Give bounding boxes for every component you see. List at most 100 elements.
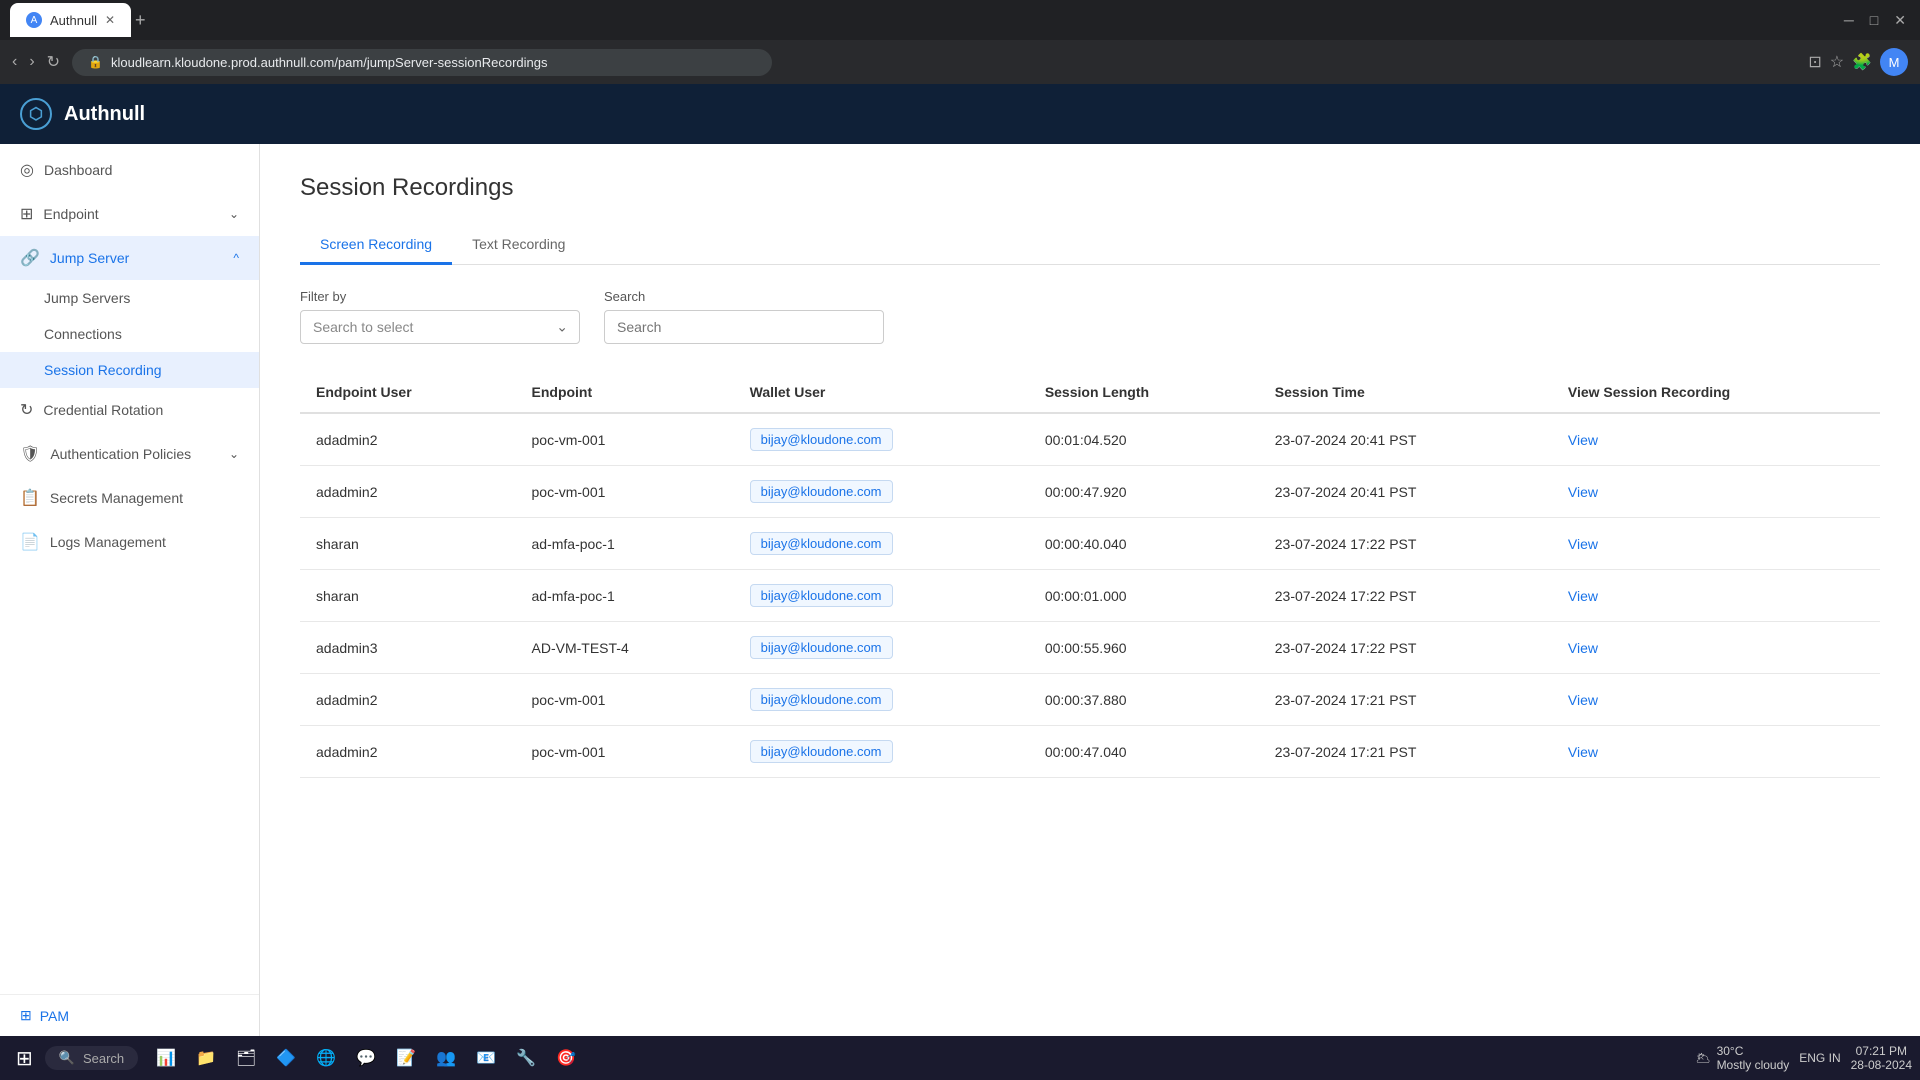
taskbar-icon-files[interactable]: 📁: [190, 1042, 222, 1074]
cell-session-time: 23-07-2024 17:21 PST: [1259, 674, 1552, 726]
cell-wallet-user: bijay@kloudone.com: [734, 726, 1029, 778]
sidebar-item-logs-management[interactable]: 📄 Logs Management: [0, 520, 259, 564]
search-input[interactable]: [604, 310, 884, 344]
cell-endpoint-user: sharan: [300, 570, 516, 622]
sidebar-sub-jump-servers[interactable]: Jump Servers: [0, 280, 259, 316]
tab-text-recording[interactable]: Text Recording: [452, 226, 585, 265]
sidebar-label-logs-management: Logs Management: [50, 534, 166, 550]
cell-session-time: 23-07-2024 17:22 PST: [1259, 518, 1552, 570]
logo-icon: ⬡: [20, 98, 52, 130]
content-area: Session Recordings Screen Recording Text…: [260, 144, 1920, 1036]
close-button[interactable]: ✕: [1890, 8, 1910, 33]
sidebar-section-main: ◎ Dashboard ⊞ Endpoint ⌄ 🔗 Jump Server ^…: [0, 144, 259, 568]
sidebar-sub-session-recording[interactable]: Session Recording: [0, 352, 259, 388]
main-layout: ◎ Dashboard ⊞ Endpoint ⌄ 🔗 Jump Server ^…: [0, 144, 1920, 1036]
view-session-link[interactable]: View: [1568, 536, 1598, 552]
taskbar-icon-file-explorer[interactable]: 🗂: [230, 1042, 262, 1074]
cell-endpoint-user: adadmin3: [300, 622, 516, 674]
browser-tab-active[interactable]: A Authnull ✕: [10, 3, 131, 37]
taskbar-icon-vscode[interactable]: 📝: [390, 1042, 422, 1074]
language-indicator: ENG IN: [1799, 1051, 1840, 1065]
pam-label: PAM: [40, 1008, 69, 1024]
cell-view-link: View: [1552, 570, 1880, 622]
cell-session-length: 00:00:47.920: [1029, 466, 1259, 518]
wallet-badge: bijay@kloudone.com: [750, 532, 893, 555]
cell-wallet-user: bijay@kloudone.com: [734, 674, 1029, 726]
table-row: adadmin2 poc-vm-001 bijay@kloudone.com 0…: [300, 466, 1880, 518]
reload-button[interactable]: ↻: [47, 52, 60, 72]
view-session-link[interactable]: View: [1568, 744, 1598, 760]
col-view-session: View Session Recording: [1552, 372, 1880, 413]
view-session-link[interactable]: View: [1568, 640, 1598, 656]
cell-session-length: 00:00:01.000: [1029, 570, 1259, 622]
endpoint-icon: ⊞: [20, 204, 33, 224]
taskbar-icon-whatsapp[interactable]: 💬: [350, 1042, 382, 1074]
cast-button[interactable]: ⊡: [1808, 48, 1821, 76]
maximize-button[interactable]: □: [1866, 8, 1882, 33]
sidebar-item-secrets-management[interactable]: 📋 Secrets Management: [0, 476, 259, 520]
forward-button[interactable]: ›: [29, 53, 34, 71]
taskbar-icon-teams[interactable]: 👥: [430, 1042, 462, 1074]
search-icon: 🔍: [59, 1050, 75, 1066]
pam-link[interactable]: ⊞ PAM: [20, 1007, 239, 1024]
cell-session-time: 23-07-2024 20:41 PST: [1259, 466, 1552, 518]
col-endpoint-user: Endpoint User: [300, 372, 516, 413]
wallet-badge: bijay@kloudone.com: [750, 480, 893, 503]
tab-screen-recording[interactable]: Screen Recording: [300, 226, 452, 265]
sidebar-item-credential-rotation[interactable]: ↻ Credential Rotation: [0, 388, 259, 432]
table-row: adadmin3 AD-VM-TEST-4 bijay@kloudone.com…: [300, 622, 1880, 674]
tab-screen-recording-label: Screen Recording: [320, 236, 432, 252]
taskbar-icon-dev[interactable]: 🔷: [270, 1042, 302, 1074]
sidebar-sub-label-jump-servers: Jump Servers: [44, 290, 130, 306]
sidebar-item-authentication-policies[interactable]: 🛡 Authentication Policies ⌄: [0, 432, 259, 476]
cell-endpoint-user: adadmin2: [300, 726, 516, 778]
taskbar-icon-widgets[interactable]: 📊: [150, 1042, 182, 1074]
sidebar-item-jump-server[interactable]: 🔗 Jump Server ^: [0, 236, 259, 280]
taskbar-time-display: 07:21 PM: [1851, 1044, 1912, 1058]
minimize-button[interactable]: ─: [1840, 8, 1858, 33]
bookmark-button[interactable]: ☆: [1830, 48, 1844, 76]
new-tab-button[interactable]: +: [135, 10, 146, 31]
taskbar-icon-studio[interactable]: 🔧: [510, 1042, 542, 1074]
sidebar-label-endpoint: Endpoint: [43, 206, 98, 222]
view-session-link[interactable]: View: [1568, 484, 1598, 500]
extensions-button[interactable]: 🧩: [1852, 48, 1872, 76]
taskbar-search[interactable]: 🔍 Search: [45, 1046, 138, 1070]
view-session-link[interactable]: View: [1568, 432, 1598, 448]
cell-endpoint-user: sharan: [300, 518, 516, 570]
table-row: adadmin2 poc-vm-001 bijay@kloudone.com 0…: [300, 726, 1880, 778]
dashboard-icon: ◎: [20, 160, 34, 180]
view-session-link[interactable]: View: [1568, 588, 1598, 604]
tab-label: Authnull: [50, 13, 97, 28]
cell-session-length: 00:00:55.960: [1029, 622, 1259, 674]
cell-view-link: View: [1552, 518, 1880, 570]
cell-endpoint-user: adadmin2: [300, 674, 516, 726]
sidebar-item-endpoint[interactable]: ⊞ Endpoint ⌄: [0, 192, 259, 236]
taskbar-icons: 📊 📁 🗂 🔷 🌐 💬 📝 👥 📧 🔧 🎯: [150, 1042, 582, 1074]
profile-avatar[interactable]: M: [1880, 48, 1908, 76]
view-session-link[interactable]: View: [1568, 692, 1598, 708]
table-header: Endpoint User Endpoint Wallet User Sessi…: [300, 372, 1880, 413]
cell-endpoint: poc-vm-001: [516, 674, 734, 726]
sidebar-label-secrets-management: Secrets Management: [50, 490, 183, 506]
app-header: ⬡ Authnull: [0, 84, 1920, 144]
start-button[interactable]: ⊞: [8, 1042, 41, 1075]
browser-tabs: A Authnull ✕ +: [10, 3, 1832, 37]
taskbar-icon-app2[interactable]: 🎯: [550, 1042, 582, 1074]
taskbar-icon-chrome[interactable]: 🌐: [310, 1042, 342, 1074]
cell-view-link: View: [1552, 726, 1880, 778]
sidebar-item-dashboard[interactable]: ◎ Dashboard: [0, 148, 259, 192]
window-controls: ─ □ ✕: [1840, 8, 1910, 33]
tab-close-button[interactable]: ✕: [105, 13, 115, 27]
sidebar-sub-connections[interactable]: Connections: [0, 316, 259, 352]
url-bar[interactable]: 🔒 kloudlearn.kloudone.prod.authnull.com/…: [72, 49, 772, 76]
table-row: adadmin2 poc-vm-001 bijay@kloudone.com 0…: [300, 674, 1880, 726]
taskbar-clock: 07:21 PM 28-08-2024: [1851, 1044, 1912, 1072]
taskbar-icon-outlook[interactable]: 📧: [470, 1042, 502, 1074]
cell-endpoint: ad-mfa-poc-1: [516, 518, 734, 570]
wallet-badge: bijay@kloudone.com: [750, 688, 893, 711]
app-logo: ⬡ Authnull: [20, 98, 145, 130]
taskbar-right: 🌥 30°C Mostly cloudy ENG IN 07:21 PM 28-…: [1695, 1044, 1912, 1072]
back-button[interactable]: ‹: [12, 53, 17, 71]
filter-select[interactable]: Search to select: [300, 310, 580, 344]
